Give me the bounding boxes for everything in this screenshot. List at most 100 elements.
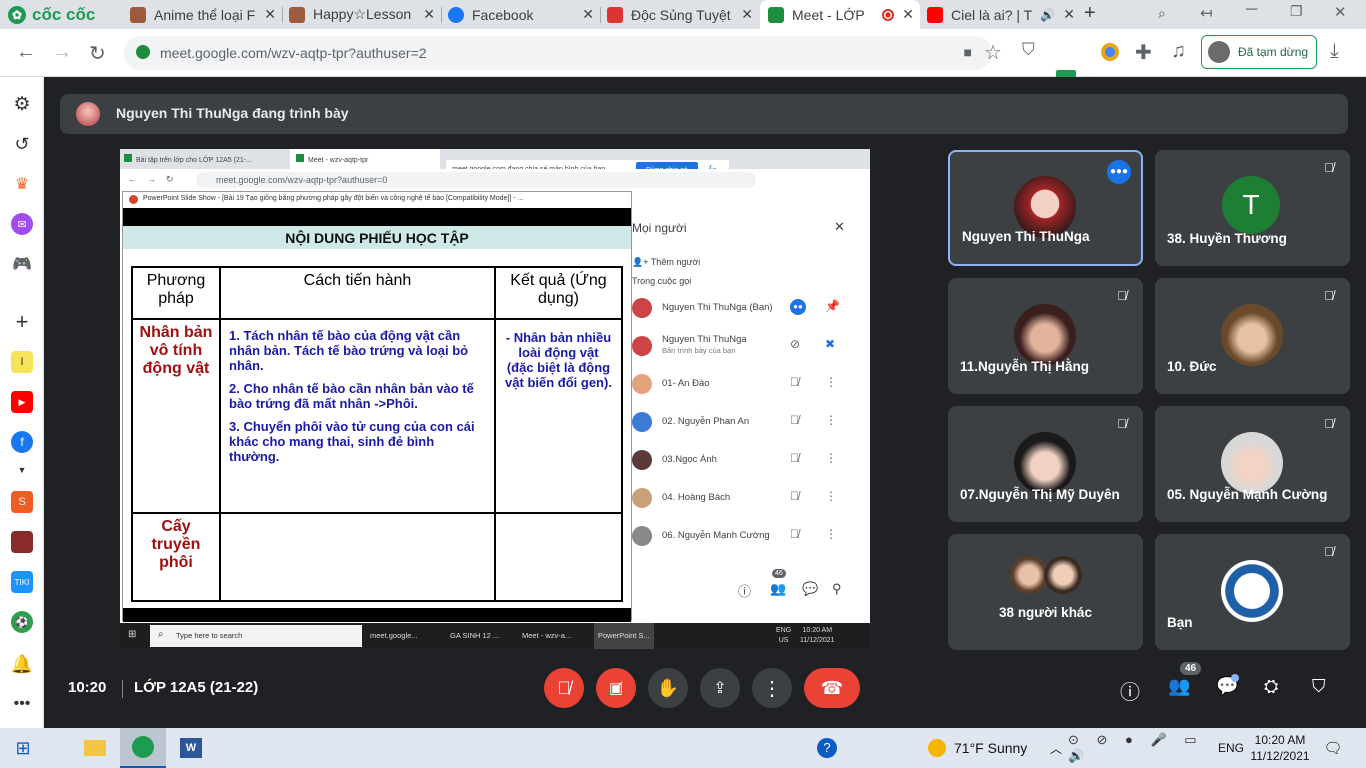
pin-icon[interactable]: 📌 [825, 299, 840, 313]
participant-tile[interactable]: T 🎙̸ 38. Huyền Thương [1155, 150, 1350, 266]
people-icon[interactable]: 👥 [1168, 676, 1190, 697]
extensions-icon[interactable]: ✚ [1135, 40, 1152, 65]
participant-tile[interactable]: 🎙̸ 07.Nguyễn Thị Mỹ Duyên [948, 406, 1143, 522]
more-icon[interactable]: ••• [11, 693, 33, 715]
maximize-icon[interactable]: ❐ [1290, 3, 1303, 20]
settings-gear-icon[interactable]: ⚙ [11, 93, 33, 115]
participant-tile[interactable]: 🎙̸ Bạn [1155, 534, 1350, 650]
coccoc-taskbar-icon[interactable] [120, 728, 166, 768]
tab-ciel[interactable]: Ciel là ai? | T 🔊 ✕ [921, 0, 1081, 29]
close-icon[interactable]: ✕ [423, 6, 435, 23]
host-controls-icon[interactable]: ⛉ [1312, 676, 1326, 697]
close-icon[interactable]: ✕ [741, 6, 753, 23]
reload-icon[interactable]: ↻ [89, 41, 106, 66]
participant-row[interactable]: Nguyen Thi ThuNga Bản trình bày của bạn ⊘ ✖ [632, 326, 862, 364]
more-options-icon[interactable]: ⋮ [825, 413, 837, 427]
participant-tile[interactable]: 🎙̸ 11.Nguyễn Thị Hằng [948, 278, 1143, 394]
tab-happy-lesson[interactable]: Happy☆Lesson ✕ [283, 0, 441, 29]
tray-chevron-up-icon[interactable]: ︿ [1046, 728, 1066, 768]
participant-row[interactable]: 01- An Đào 🎙̸ ⋮ [632, 364, 862, 402]
notes-icon[interactable]: I [11, 351, 33, 373]
lock-icon [136, 45, 150, 59]
participant-row[interactable]: Nguyen Thi ThuNga (Bạn) ●● 📌 [632, 288, 862, 326]
more-options-icon[interactable]: ⋮ [825, 375, 837, 389]
back-icon[interactable]: ← [16, 41, 36, 64]
meeting-time: 10:20 [68, 679, 107, 696]
tiki-icon[interactable]: TIKI [11, 571, 33, 593]
youtube-icon[interactable]: ▶ [11, 391, 33, 413]
browser-brand[interactable]: ✿ cốc cốc [8, 5, 95, 25]
url-field[interactable]: meet.google.com/wzv-aqtp-tpr?authuser=2 … [124, 36, 992, 70]
add-icon[interactable]: + [11, 309, 33, 334]
facebook-icon[interactable]: f [11, 431, 33, 453]
more-options-icon[interactable]: ⋮ [825, 489, 837, 503]
camera-off-button[interactable]: ▣̸ [596, 668, 636, 708]
close-icon[interactable]: ✕ [264, 6, 276, 23]
participant-row[interactable]: 03.Ngọc Ánh 🎙̸ ⋮ [632, 440, 862, 478]
forward-icon[interactable]: → [52, 41, 72, 64]
more-options-icon[interactable]: ⋮ [825, 527, 837, 541]
gamepad-icon[interactable]: 🎮 [11, 253, 33, 275]
avatar [1014, 304, 1076, 366]
pin-icon[interactable]: ✖ [825, 337, 835, 351]
close-icon[interactable]: ✕ [582, 6, 594, 23]
language-indicator[interactable]: ENG [1216, 728, 1246, 768]
tab-facebook[interactable]: Facebook ✕ [442, 0, 600, 29]
participant-list: Nguyen Thi ThuNga (Bạn) ●● 📌 Nguyen Thi Th… [632, 288, 860, 558]
meeting-details-icon[interactable]: ⓘ [1120, 676, 1140, 705]
history-icon[interactable]: ↺ [11, 133, 33, 155]
profile-paused-button[interactable]: Đã tạm dừng [1201, 35, 1317, 69]
participant-tile[interactable]: 🎙̸ 10. Đức [1155, 278, 1350, 394]
tray-icons[interactable]: ⊙ ⊘ ● 🎤 ▭ 🔊 [1068, 728, 1216, 768]
camera-icon[interactable]: ■ [964, 44, 972, 60]
mic-off-icon: 🎙̸ [790, 527, 799, 541]
help-icon[interactable]: ? [812, 728, 842, 768]
tab-anime[interactable]: Anime thể loại F ✕ [122, 0, 282, 29]
participant-tile[interactable]: 🎙̸ 05. Nguyễn Mạnh Cường [1155, 406, 1350, 522]
back-history-icon[interactable]: ↤ [1200, 4, 1213, 22]
weather-widget[interactable]: 71°F Sunny [928, 728, 1040, 768]
present-button[interactable]: ⇪ [700, 668, 740, 708]
shield-icon[interactable]: ⛉ [1022, 40, 1035, 60]
chevron-down-icon[interactable]: ▼ [11, 459, 33, 481]
media-icon[interactable]: ♫ [1171, 40, 1186, 63]
shopee-icon[interactable]: S [11, 491, 33, 513]
close-window-icon[interactable]: ✕ [1334, 3, 1347, 21]
tab-meet[interactable]: Meet - LỚP ✕ [760, 0, 920, 29]
participant-row[interactable]: 06. Nguyễn Mạnh Cường 🎙̸ ⋮ [632, 516, 862, 554]
system-clock[interactable]: 10:20 AM 11/12/2021 [1246, 728, 1314, 768]
new-tab-icon[interactable]: + [1084, 2, 1096, 25]
inner-windows-taskbar: ⊞ ⌕ Type here to search meet.google... GA… [120, 623, 870, 649]
add-people-button[interactable]: 👤+ Thêm người [632, 257, 700, 268]
file-explorer-icon[interactable] [72, 728, 118, 768]
raise-hand-button[interactable]: ✋ [648, 668, 688, 708]
inner-url-field: meet.google.com/wzv-aqtp-tpr?authuser=0 [196, 172, 756, 188]
football-icon[interactable]: ⚽ [11, 611, 33, 633]
participant-tile[interactable]: 38 người khác [948, 534, 1143, 650]
more-options-button[interactable]: ⋮ [752, 668, 792, 708]
bookmark-star-icon[interactable]: ☆ [984, 40, 1002, 65]
close-icon[interactable]: ✕ [902, 6, 914, 23]
activities-icon[interactable]: ⛭ [1264, 676, 1278, 697]
tab-search-icon[interactable]: ⌕ [1158, 5, 1166, 22]
chrome-icon[interactable] [1101, 43, 1119, 61]
more-options-icon[interactable]: ⋮ [825, 451, 837, 465]
word-icon[interactable]: W [168, 728, 214, 768]
participant-row[interactable]: 04. Hoàng Bách 🎙̸ ⋮ [632, 478, 862, 516]
tab-doc-sung[interactable]: Độc Sủng Tuyệt ✕ [601, 0, 759, 29]
notification-bell-icon[interactable]: 🔔 [11, 653, 33, 675]
participant-tile[interactable]: ●●● Nguyen Thi ThuNga [948, 150, 1143, 266]
notification-center-icon[interactable]: 🗨 [1320, 728, 1346, 768]
crown-icon[interactable]: ♛ [11, 173, 33, 195]
close-icon[interactable]: ✕ [1063, 6, 1075, 23]
mic-off-button[interactable]: 🎙̸ [544, 668, 584, 708]
participant-row[interactable]: 02. Nguyễn Phan An 🎙̸ ⋮ [632, 402, 862, 440]
info-icon: ⓘ [738, 584, 752, 599]
downloads-icon[interactable]: ⤓ [1330, 40, 1339, 63]
minimize-icon[interactable]: ─ [1246, 1, 1257, 19]
close-icon[interactable]: ✕ [834, 219, 845, 235]
messenger-icon[interactable]: ✉ [11, 213, 33, 235]
leave-call-button[interactable]: ☎ [804, 668, 860, 708]
game-avatar-icon[interactable] [11, 531, 33, 553]
start-button[interactable]: ⊞ [0, 728, 46, 768]
